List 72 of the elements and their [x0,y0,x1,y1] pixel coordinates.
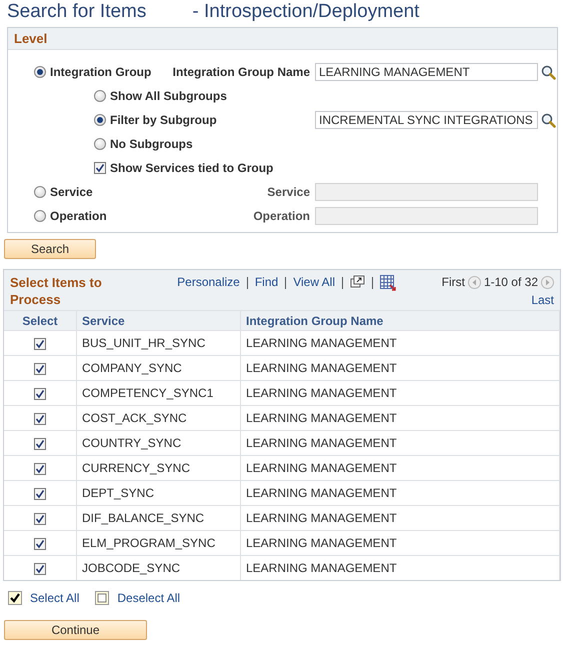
radio-button[interactable] [34,66,46,78]
spreadsheet-icon[interactable] [380,275,396,291]
table-cell: DEPT_SYNC [76,480,240,506]
table-cell: LEARNING MANAGEMENT [240,406,560,430]
radio-button[interactable] [34,210,46,222]
radio-button[interactable] [34,186,46,198]
table-cell: ELM_PROGRAM_SYNC [76,530,240,556]
option-label: Show Services tied to Group [110,161,274,175]
table-cell: BUS_UNIT_HR_SYNC [76,330,240,356]
checkbox[interactable] [34,512,46,525]
table-cell: LEARNING MANAGEMENT [240,330,560,356]
table-cell: JOBCODE_SYNC [76,556,240,580]
table-cell: COMPANY_SYNC [76,356,240,380]
checkbox[interactable] [34,438,46,450]
search-icon[interactable] [541,112,556,128]
grid-link[interactable]: View All [293,275,335,289]
table-cell: COST_ACK_SYNC [76,406,240,430]
new-window-icon[interactable] [350,275,365,289]
page-subtitle: - Introspection/Deployment [192,1,420,24]
option-label: Filter by Subgroup [110,113,217,127]
page-range: 1-10 of 32 [484,275,538,289]
checkbox[interactable] [34,362,46,375]
empty-box-icon[interactable] [95,591,110,605]
option-label: No Subgroups [110,137,193,151]
table-cell: LEARNING MANAGEMENT [240,430,560,456]
option-label: Service [50,185,93,199]
first-label: First [442,275,465,289]
section-header: Level [8,28,557,50]
table-cell: LEARNING MANAGEMENT [240,530,560,556]
option-label: Integration Group [50,65,152,79]
table-cell: LEARNING MANAGEMENT [240,356,560,380]
checkbox[interactable] [34,462,46,475]
table-cell: DIF_BALANCE_SYNC [76,506,240,530]
radio-button[interactable] [94,114,106,126]
table-cell: LEARNING MANAGEMENT [240,380,560,406]
grid-title: Select Items to Process [10,274,103,308]
column-header: Integration Group Name [240,310,560,330]
page-title: Search for Items [7,1,146,24]
table-cell: LEARNING MANAGEMENT [240,556,560,580]
field-label: Integration Group Name [172,65,310,79]
table-cell: LEARNING MANAGEMENT [240,506,560,530]
checkbox[interactable] [34,488,46,500]
column-header: Service [76,310,240,330]
checkbox[interactable] [34,562,46,575]
checkbox[interactable] [34,412,46,425]
grid-link[interactable]: Find [254,275,278,289]
option-label: Show All Subgroups [110,89,227,103]
table-cell: COUNTRY_SYNC [76,430,240,456]
column-header: Select [4,310,76,330]
radio-button[interactable] [94,138,106,150]
checkbox[interactable] [34,338,46,350]
checkbox[interactable] [94,162,106,174]
input-field[interactable]: INCREMENTAL SYNC INTEGRATIONS [315,111,538,129]
field-label: Service [267,185,310,199]
table-cell: LEARNING MANAGEMENT [240,480,560,506]
table-cell: LEARNING MANAGEMENT [240,456,560,480]
continue-button[interactable]: Continue [4,620,147,640]
radio-button[interactable] [94,90,106,102]
checkbox[interactable] [34,388,46,400]
search-button[interactable]: Search [4,239,96,259]
checkbox[interactable] [34,538,46,550]
grid-link[interactable]: Personalize [177,275,240,289]
table-cell: COMPETENCY_SYNC1 [76,380,240,406]
checked-box-icon[interactable] [8,591,22,605]
search-icon[interactable] [541,64,556,80]
option-label: Operation [50,209,107,223]
input-field[interactable]: LEARNING MANAGEMENT [315,63,538,81]
select-all-link[interactable]: Select All [30,591,80,605]
field-label: Operation [253,209,310,223]
table-cell: CURRENCY_SYNC [76,456,240,480]
last-link[interactable]: Last [531,293,554,307]
deselect-all-link[interactable]: Deselect All [117,591,180,605]
